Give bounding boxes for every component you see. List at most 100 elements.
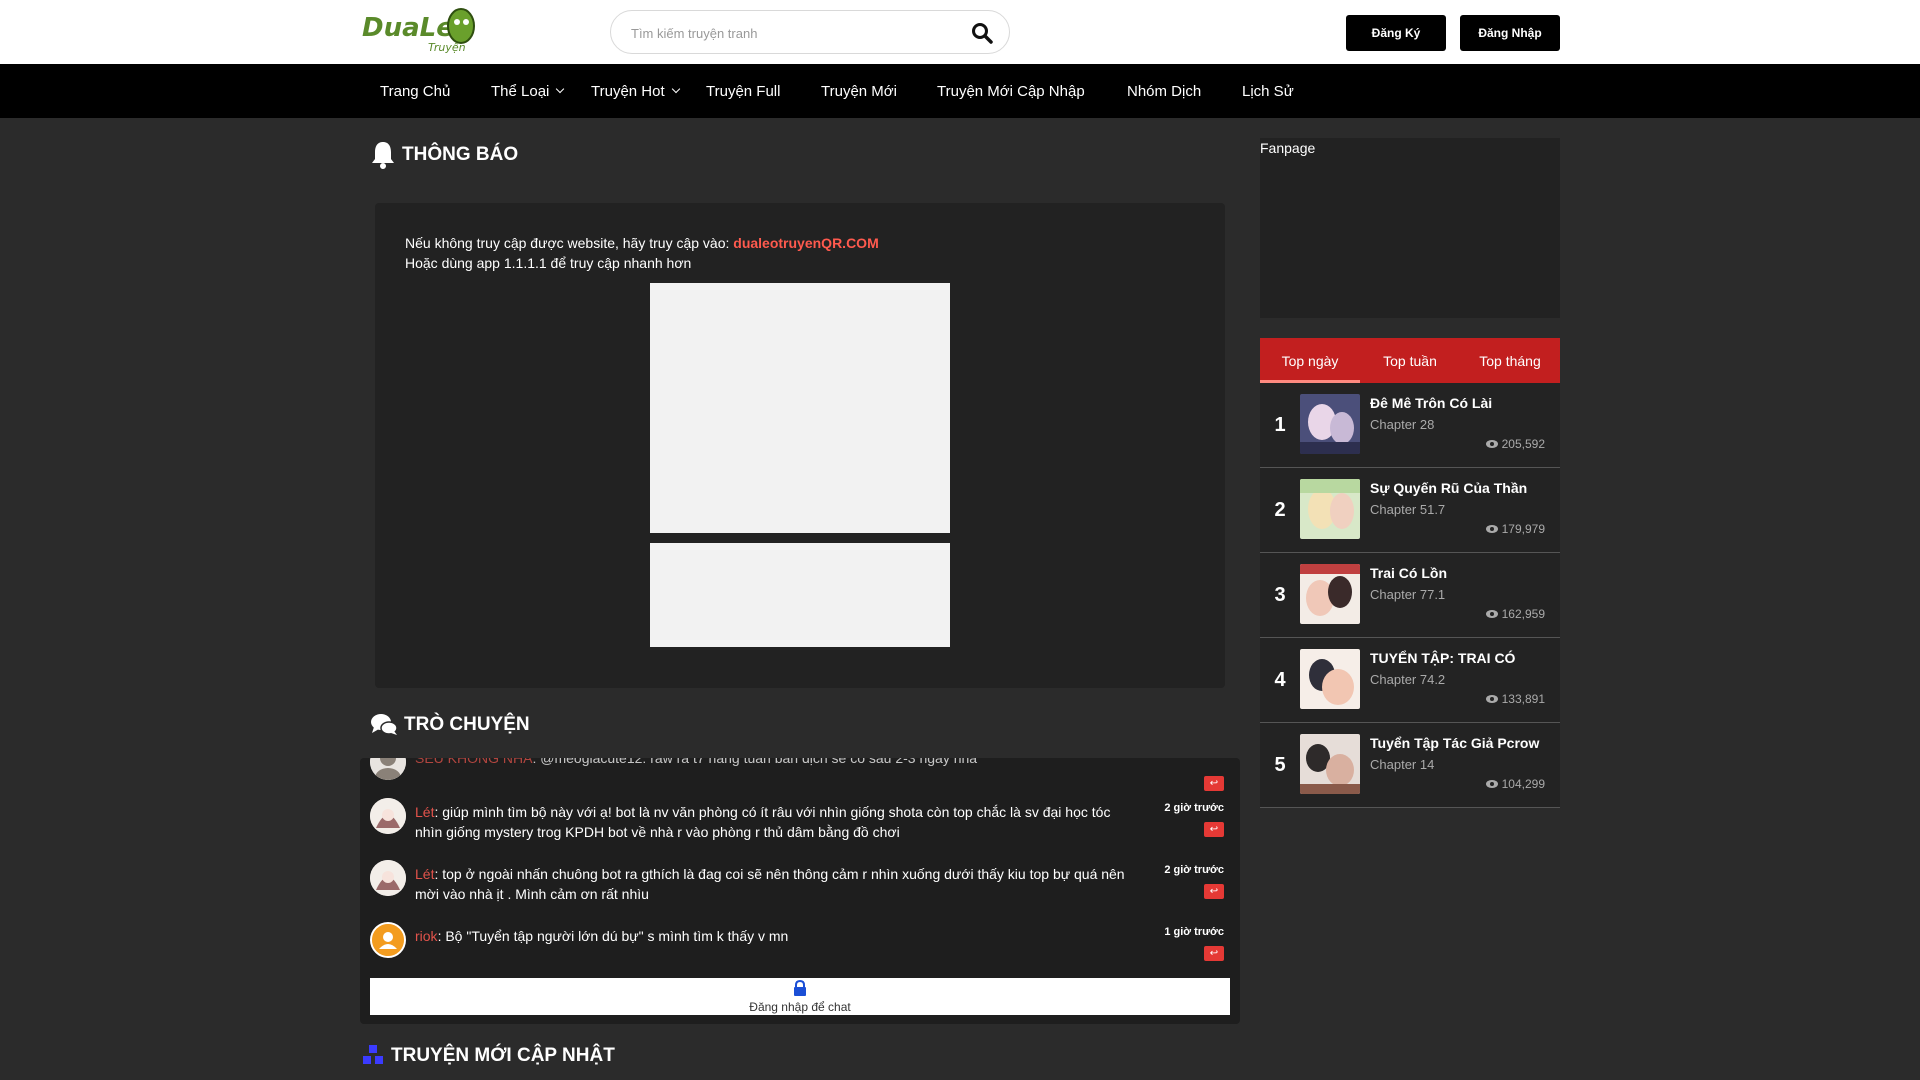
chat-username[interactable]: riok (415, 928, 438, 944)
chat-message-text: : Bộ "Tuyển tập người lớn dú bự" s mình … (437, 928, 789, 944)
top-header: DuaLeo Truyện Đăng Ký Đăng Nhập (0, 0, 1920, 64)
rank-number: 1 (1274, 414, 1286, 436)
login-button[interactable]: Đăng Nhập (1460, 15, 1560, 51)
comic-title[interactable]: Trai Có Lồn (1370, 565, 1555, 581)
latest-heading: TRUYỆN MỚI CẬP NHẬT (361, 1044, 615, 1068)
top-list-item[interactable]: 1 Đê Mê Trôn Có Lài Chapter 28 205,592 (1260, 383, 1560, 468)
fanpage-label: Fanpage (1260, 140, 1316, 156)
reply-button[interactable]: ↩ (1204, 884, 1224, 899)
chat-message: SẾU KHÔNG NHÀ: @meoglacute12: raw ra t7 … (370, 758, 1230, 794)
nav-new-updates[interactable]: Truyện Mới Cập Nhập (937, 64, 1085, 118)
chapter-label[interactable]: Chapter 14 (1370, 757, 1434, 772)
cover-thumbnail[interactable] (1300, 734, 1360, 794)
tab-top-week[interactable]: Top tuần (1360, 338, 1460, 383)
reply-icon: ↩ (1209, 778, 1219, 789)
nav-new[interactable]: Truyện Mới (821, 64, 897, 118)
mirror-link[interactable]: dualeotruyenQR.COM (733, 235, 878, 251)
top-tabs: Top ngày Top tuần Top tháng (1260, 338, 1560, 383)
top-list-item[interactable]: 5 Tuyển Tập Tác Giả Pcrow Chapter 14 104… (1260, 723, 1560, 808)
nav-home[interactable]: Trang Chủ (380, 64, 450, 118)
eye-icon (1485, 695, 1498, 703)
comic-title[interactable]: Sự Quyến Rũ Của Thần (1370, 480, 1555, 496)
comic-title[interactable]: Tuyển Tập Tác Giả Pcrow (1370, 735, 1555, 751)
rank-number: 4 (1274, 669, 1286, 691)
search-icon[interactable] (971, 22, 993, 44)
notice-title: THÔNG BÁO (402, 144, 519, 165)
main-nav: Trang Chủ Thể Loại Truyện Hot Truyện Ful… (0, 64, 1920, 118)
view-count-value: 162,959 (1501, 607, 1545, 621)
view-count: 104,299 (1485, 777, 1545, 791)
tab-label: Top ngày (1281, 352, 1339, 369)
rank-number: 2 (1274, 499, 1286, 521)
nav-hot[interactable]: Truyện Hot (591, 64, 680, 118)
chevron-down-icon (556, 84, 565, 94)
chat-timestamp: 1 giờ trước (1164, 926, 1224, 938)
reply-button[interactable]: ↩ (1204, 946, 1224, 961)
nav-label: Thể Loại (491, 82, 550, 100)
nav-history[interactable]: Lịch Sử (1242, 64, 1294, 118)
chat-login-prompt[interactable]: Đăng nhập để chat (370, 978, 1230, 1015)
chat-message: Lét: top ở ngoài nhấn chuông bot ra gthí… (370, 860, 1230, 920)
cover-thumbnail[interactable] (1300, 394, 1360, 454)
top-list-item[interactable]: 3 Trai Có Lồn Chapter 77.1 162,959 (1260, 553, 1560, 638)
comic-title[interactable]: Đê Mê Trôn Có Lài (1370, 395, 1555, 411)
ad-banner[interactable] (650, 283, 950, 533)
nav-groups[interactable]: Nhóm Dịch (1127, 64, 1201, 118)
avatar[interactable] (370, 922, 406, 958)
view-count: 205,592 (1485, 437, 1545, 451)
avatar[interactable] (370, 860, 406, 896)
view-count-value: 205,592 (1501, 437, 1545, 451)
notice-line-2: Hoặc dùng app 1.1.1.1 để truy cập nhanh … (405, 255, 692, 271)
register-button[interactable]: Đăng Ký (1346, 15, 1446, 51)
chapter-label[interactable]: Chapter 51.7 (1370, 502, 1445, 517)
top-list-item[interactable]: 4 TUYỂN TẬP: TRAI CÓ Chapter 74.2 133,89… (1260, 638, 1560, 723)
reply-icon: ↩ (1209, 886, 1219, 897)
chapter-label[interactable]: Chapter 74.2 (1370, 672, 1445, 687)
reply-button[interactable]: ↩ (1204, 776, 1224, 791)
chat-message-text: : top ở ngoài nhấn chuông bot ra gthích … (415, 866, 1125, 902)
chapter-label[interactable]: Chapter 77.1 (1370, 587, 1445, 602)
nav-label: Truyện Full (706, 82, 781, 100)
latest-title: TRUYỆN MỚI CẬP NHẬT (391, 1045, 615, 1066)
nav-genres[interactable]: Thể Loại (491, 64, 565, 118)
top-list-item[interactable]: 2 Sự Quyến Rũ Của Thần Chapter 51.7 179,… (1260, 468, 1560, 553)
comic-title[interactable]: TUYỂN TẬP: TRAI CÓ (1370, 650, 1555, 666)
cover-thumbnail[interactable] (1300, 649, 1360, 709)
reply-icon: ↩ (1209, 824, 1219, 835)
nav-full[interactable]: Truyện Full (706, 64, 780, 118)
notice-box: Nếu không truy cập được website, hãy tru… (375, 203, 1225, 688)
ad-banner[interactable] (650, 543, 950, 647)
eye-icon (1485, 440, 1498, 448)
nav-label: Lịch Sử (1242, 82, 1294, 100)
chat-username[interactable]: Lét (415, 804, 434, 820)
chat-username[interactable]: SẾU KHÔNG NHÀ (415, 758, 532, 766)
cover-thumbnail[interactable] (1300, 479, 1360, 539)
site-logo[interactable]: DuaLeo Truyện (360, 6, 480, 54)
cover-thumbnail[interactable] (1300, 564, 1360, 624)
lock-icon (794, 980, 806, 996)
view-count-value: 133,891 (1501, 692, 1545, 706)
fanpage-widget[interactable]: Fanpage (1260, 138, 1560, 318)
rank-number: 3 (1274, 584, 1286, 606)
chat-message: Lét: giúp mình tìm bộ này với ạ! bot là … (370, 798, 1230, 858)
chat-message: riok: Bộ "Tuyển tập người lớn dú bự" s m… (370, 922, 1230, 972)
eye-icon (1485, 610, 1498, 618)
nav-label: Trang Chủ (380, 82, 451, 100)
tab-label: Top tháng (1479, 352, 1541, 369)
rank-number: 5 (1274, 754, 1286, 776)
search-input[interactable] (631, 23, 961, 43)
chat-text: Lét: giúp mình tìm bộ này với ạ! bot là … (415, 802, 1135, 842)
tab-top-day[interactable]: Top ngày (1260, 338, 1360, 383)
avatar[interactable] (370, 798, 406, 834)
chat-text: Lét: top ở ngoài nhấn chuông bot ra gthí… (415, 864, 1135, 904)
nav-label: Truyện Mới (821, 82, 897, 100)
nav-label: Truyện Hot (591, 82, 665, 100)
chat-heading: TRÒ CHUYỆN (370, 713, 530, 737)
view-count: 133,891 (1485, 692, 1545, 706)
view-count: 162,959 (1485, 607, 1545, 621)
chat-username[interactable]: Lét (415, 866, 434, 882)
tab-top-month[interactable]: Top tháng (1460, 338, 1560, 383)
avatar[interactable] (370, 758, 406, 780)
reply-button[interactable]: ↩ (1204, 822, 1224, 837)
chapter-label[interactable]: Chapter 28 (1370, 417, 1434, 432)
